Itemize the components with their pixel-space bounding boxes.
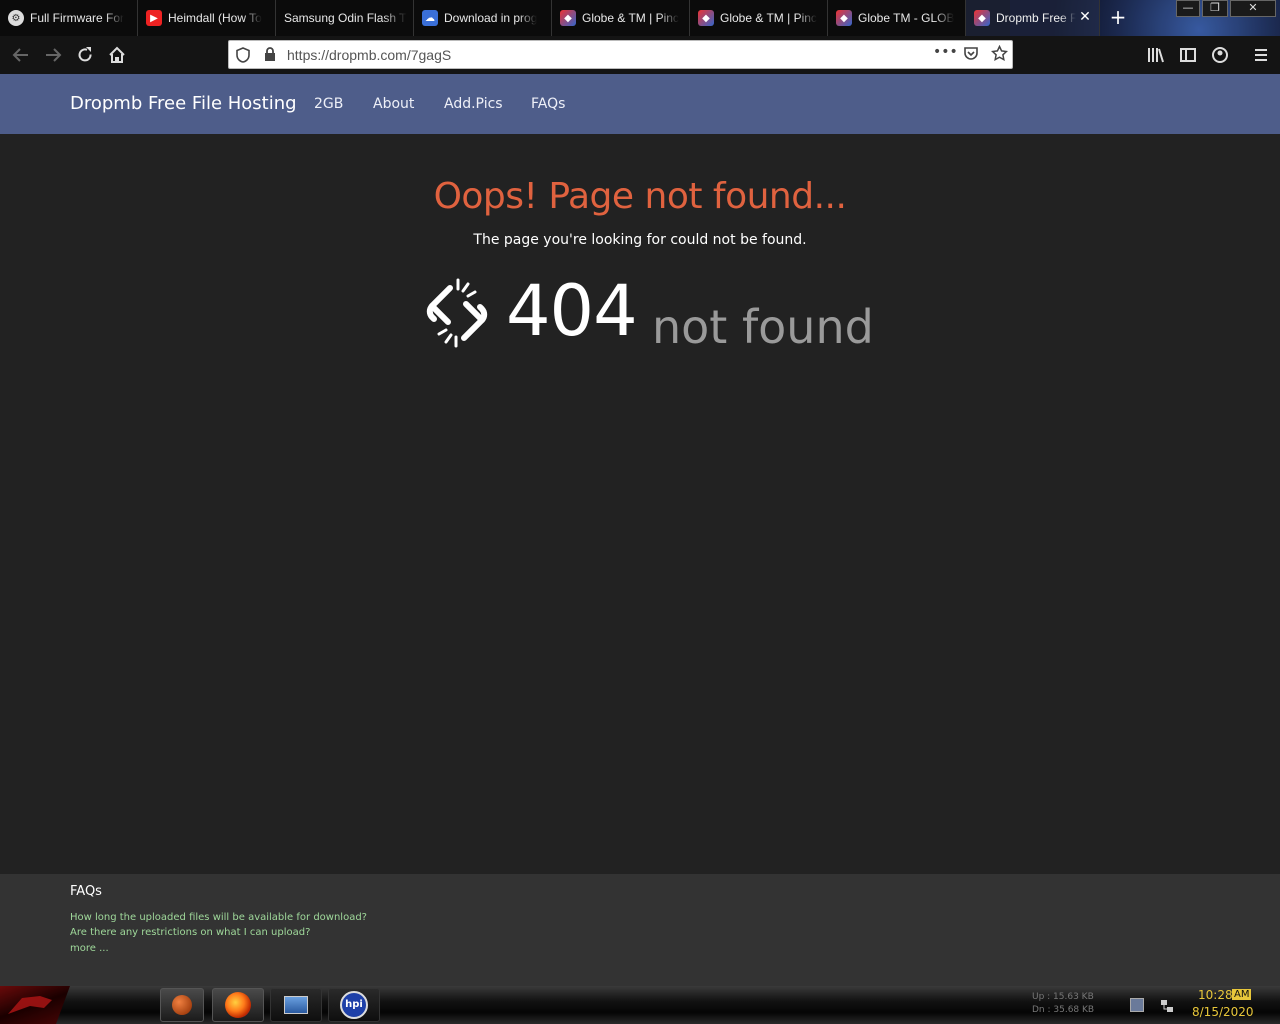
pocket-icon[interactable] [963,46,979,66]
cube-icon: ◆ [698,10,714,26]
taskbar-app-1[interactable] [160,988,204,1022]
clock-date[interactable]: 8/15/2020 [1192,1005,1254,1019]
site-footer: FAQs How long the uploaded files will be… [0,874,1280,986]
cube-icon: ◆ [974,10,990,26]
orange-ball-icon [172,995,192,1015]
network-icon[interactable] [1160,998,1174,1012]
tab-heimdall[interactable]: ▶ Heimdall (How To [138,0,276,36]
page-actions-icon[interactable]: ••• [933,44,958,60]
rog-logo-icon [8,996,52,1014]
shield-icon[interactable] [236,47,250,67]
home-icon[interactable] [106,44,128,66]
tab-globe-tm-2[interactable]: ◆ Globe & TM | Pinc [690,0,828,36]
menu-icon[interactable] [1250,44,1272,66]
browser-tab-strip: ⚙ Full Firmware For ▶ Heimdall (How To S… [0,0,1280,36]
start-button[interactable] [0,986,70,1024]
tab-full-firmware[interactable]: ⚙ Full Firmware For [0,0,138,36]
broken-link-icon [426,278,488,348]
clock-time[interactable]: 10:28 [1198,988,1233,1002]
close-window-icon[interactable]: ✕ [1230,0,1276,17]
taskbar-app-3[interactable] [270,988,322,1022]
account-icon[interactable] [1209,44,1231,66]
back-icon[interactable] [10,44,32,66]
faq-link-more[interactable]: more ... [70,943,109,954]
site-brand[interactable]: Dropmb Free File Hosting [70,93,297,114]
error-title: Oops! Page not found... [433,176,847,217]
cube-icon: ◆ [560,10,576,26]
url-text[interactable]: https://dropmb.com/7gagS [287,47,451,63]
youtube-icon: ▶ [146,10,162,26]
network-download: Dn : 35.68 KB [1032,1005,1095,1015]
taskbar-firefox[interactable] [212,988,264,1022]
globe-icon: ⚙ [8,10,24,26]
tab-dropmb-active[interactable]: ◆ Dropmb Free F ✕ [966,0,1100,36]
forward-icon[interactable] [42,44,64,66]
tab-globe-tm-3[interactable]: ◆ Globe TM - GLOB [828,0,966,36]
tab-download-in-progress[interactable]: ☁ Download in prog [414,0,552,36]
clock-ampm: AM [1232,989,1252,1000]
minimize-icon[interactable]: — [1176,0,1200,17]
network-upload: Up : 15.63 KB [1032,992,1094,1002]
taskbar-hpi[interactable]: hpi [328,988,380,1022]
firefox-icon [225,992,251,1018]
windows-taskbar: hpi Up : 15.63 KB Dn : 35.68 KB 10:28 AM… [0,986,1280,1024]
nav-link-2gb[interactable]: 2GB [314,96,343,112]
window-app-icon [284,996,308,1014]
new-tab-icon[interactable]: + [1108,7,1128,28]
library-icon[interactable] [1145,44,1167,66]
lock-icon[interactable] [264,47,276,66]
nav-link-about[interactable]: About [373,96,414,112]
cube-icon: ◆ [836,10,852,26]
tab-samsung-odin[interactable]: Samsung Odin Flash T [276,0,414,36]
footer-faqs-title: FAQs [70,884,102,899]
faq-link-restrictions[interactable]: Are there any restrictions on what I can… [70,927,310,938]
tray-display-icon[interactable] [1130,998,1144,1012]
url-bar[interactable]: https://dropmb.com/7gagS ••• [228,40,1013,69]
error-code-text: not found [652,300,874,354]
sidebar-icon[interactable] [1177,44,1199,66]
error-subtitle: The page you're looking for could not be… [473,232,807,248]
reload-icon[interactable] [74,44,96,66]
tab-globe-tm-1[interactable]: ◆ Globe & TM | Pinc [552,0,690,36]
nav-link-faqs[interactable]: FAQs [531,96,565,112]
maximize-icon[interactable]: ❐ [1202,0,1228,17]
error-code: 404 [506,270,638,352]
nav-link-add-pics[interactable]: Add.Pics [444,96,503,112]
close-tab-icon[interactable]: ✕ [1077,9,1093,25]
faq-link-availability[interactable]: How long the uploaded files will be avai… [70,912,367,923]
bookmark-star-icon[interactable] [990,44,1009,66]
cloud-icon: ☁ [422,10,438,26]
hpi-icon: hpi [340,991,368,1019]
main-content: Oops! Page not found... The page you're … [0,134,1280,874]
site-header: Dropmb Free File Hosting 2GB About Add.P… [0,74,1280,134]
